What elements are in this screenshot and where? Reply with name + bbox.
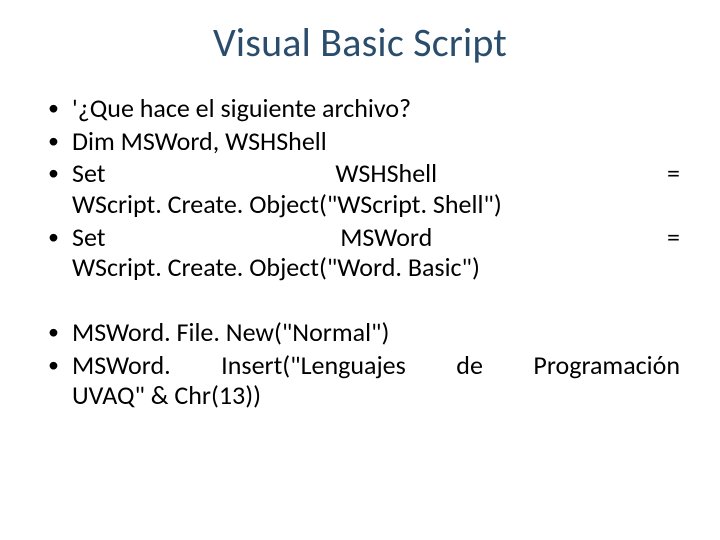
bullet-text: Set MSWord = — [72, 222, 680, 253]
spacer — [40, 285, 680, 317]
slide-title: Visual Basic Script — [40, 18, 680, 67]
list-item: Dim MSWord, WSHShell — [40, 126, 680, 157]
list-item: Set MSWord = WScript. Create. Object("Wo… — [40, 222, 680, 283]
bullet-text-cont: UVAQ" & Chr(13)) — [72, 380, 680, 411]
bullet-text: Set WSHShell = — [72, 158, 680, 189]
slide: Visual Basic Script '¿Que hace el siguie… — [0, 0, 720, 540]
list-item: MSWord. File. New("Normal") — [40, 317, 680, 348]
list-item: MSWord. Insert("Lenguajes de Programació… — [40, 350, 680, 411]
bullet-text-cont: WScript. Create. Object("WScript. Shell"… — [72, 189, 680, 220]
list-item: Set WSHShell = WScript. Create. Object("… — [40, 158, 680, 219]
bullet-text-cont: WScript. Create. Object("Word. Basic") — [72, 252, 680, 283]
bullet-text: MSWord. File. New("Normal") — [72, 316, 389, 348]
bullet-list-2: MSWord. File. New("Normal") MSWord. Inse… — [40, 317, 680, 411]
bullet-list: '¿Que hace el siguiente archivo? Dim MSW… — [40, 93, 680, 283]
list-item: '¿Que hace el siguiente archivo? — [40, 93, 680, 124]
bullet-text: Dim MSWord, WSHShell — [72, 125, 327, 157]
bullet-text: MSWord. Insert("Lenguajes de Programació… — [72, 350, 680, 381]
bullet-text: '¿Que hace el siguiente archivo? — [72, 92, 411, 124]
